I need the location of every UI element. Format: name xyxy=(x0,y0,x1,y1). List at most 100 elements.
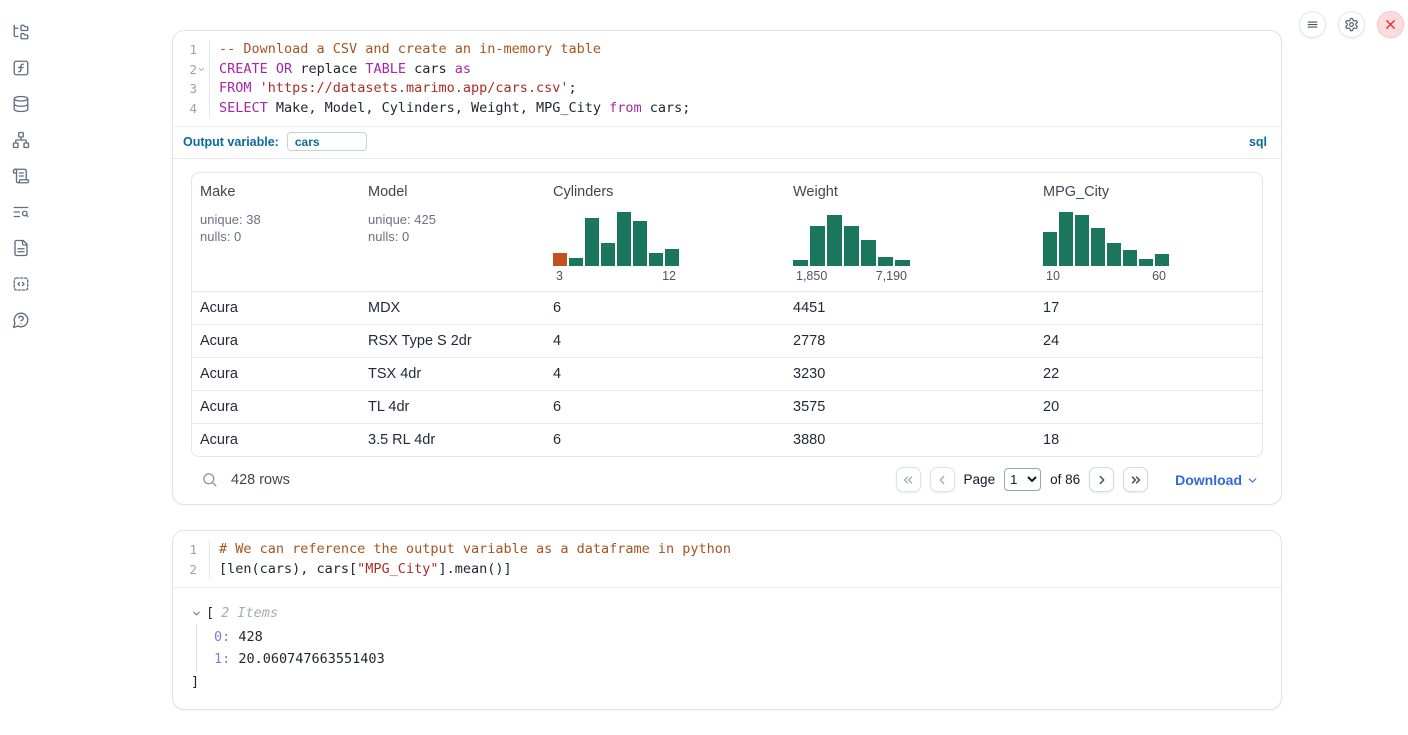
download-button[interactable]: Download xyxy=(1175,472,1259,488)
table-row[interactable]: AcuraRSX Type S 2dr4277824 xyxy=(192,325,1262,358)
output-variable-row: Output variable: sql xyxy=(173,127,1281,158)
python-output-area: [ 2 Items 0: 4281: 20.060747663551403 ] xyxy=(173,588,1281,709)
prev-page-button[interactable] xyxy=(930,467,955,492)
tree-entry-key: 1: xyxy=(214,651,230,667)
list-output-tree: [ 2 Items 0: 4281: 20.060747663551403 ] xyxy=(191,601,1263,699)
column-title: Weight xyxy=(793,184,1027,200)
histogram-bar xyxy=(1043,232,1057,266)
table-cell: 6 xyxy=(545,424,785,456)
cylinders-histogram: 312 xyxy=(553,210,679,283)
table-cell: 3.5 RL 4dr xyxy=(360,424,545,456)
histogram-bar xyxy=(1091,228,1105,266)
sql-output-area: Make unique: 38nulls: 0 Model unique: 425nu… xyxy=(173,159,1281,504)
histogram-bar xyxy=(649,253,663,266)
python-cell: 1# We can reference the output variable … xyxy=(172,530,1282,710)
close-bracket: ] xyxy=(191,672,1263,693)
function-square-icon[interactable] xyxy=(12,59,30,77)
column-title: Model xyxy=(368,184,537,200)
histogram-bar xyxy=(553,253,567,266)
table-row[interactable]: Acura3.5 RL 4dr6388018 xyxy=(192,424,1262,456)
database-icon[interactable] xyxy=(12,95,30,113)
table-row[interactable]: AcuraMDX6445117 xyxy=(192,292,1262,325)
close-button[interactable] xyxy=(1377,11,1404,38)
line-number-gutter: 1 xyxy=(173,540,210,560)
code-line[interactable]: 4SELECT Make, Model, Cylinders, Weight, … xyxy=(173,99,1281,119)
search-icon[interactable] xyxy=(201,471,218,488)
settings-button[interactable] xyxy=(1338,11,1365,38)
page-total-label: of 86 xyxy=(1050,472,1080,487)
table-cell: 18 xyxy=(1035,424,1262,456)
data-table: Make unique: 38nulls: 0 Model unique: 425nu… xyxy=(191,172,1263,457)
table-footer: 428 rows Page 1 of 86 Download xyxy=(191,467,1263,494)
table-cell: TL 4dr xyxy=(360,391,545,423)
column-header-model[interactable]: Model unique: 425nulls: 0 xyxy=(360,173,545,291)
column-header-cylinders[interactable]: Cylinders312 xyxy=(545,173,785,291)
file-text-icon[interactable] xyxy=(12,239,30,257)
column-header-weight[interactable]: Weight 1,8507,190 xyxy=(785,173,1035,291)
histogram-bar xyxy=(585,218,599,266)
histogram-bar xyxy=(601,243,615,266)
code-line[interactable]: 3FROM 'https://datasets.marimo.app/cars.… xyxy=(173,79,1281,99)
sidebar-panel-icons xyxy=(0,0,42,329)
table-row[interactable]: AcuraTSX 4dr4323022 xyxy=(192,358,1262,391)
table-cell: 2778 xyxy=(785,325,1035,357)
column-header-make[interactable]: Make unique: 38nulls: 0 xyxy=(192,173,360,291)
tree-entry-key: 0: xyxy=(214,629,230,645)
table-cell: 6 xyxy=(545,391,785,423)
column-header-mpg_city[interactable]: MPG_City1060 xyxy=(1035,173,1262,291)
table-cell: 4451 xyxy=(785,292,1035,324)
code-snippet-icon[interactable] xyxy=(12,275,30,293)
collapse-chevron-icon[interactable] xyxy=(191,608,202,619)
table-cell: 6 xyxy=(545,292,785,324)
output-variable-label: Output variable: xyxy=(183,135,279,149)
menu-button[interactable] xyxy=(1299,11,1326,38)
close-icon xyxy=(1383,17,1398,32)
last-page-button[interactable] xyxy=(1123,467,1148,492)
histogram-bar xyxy=(665,249,679,266)
network-icon[interactable] xyxy=(12,131,30,149)
table-cell: TSX 4dr xyxy=(360,358,545,390)
first-page-button[interactable] xyxy=(896,467,921,492)
language-badge: sql xyxy=(1249,135,1267,149)
mpg_city-histogram: 1060 xyxy=(1043,210,1169,283)
histogram-bar xyxy=(1107,243,1121,266)
histogram-bar xyxy=(878,257,893,266)
column-stats: unique: 425nulls: 0 xyxy=(368,211,537,245)
table-cell: 24 xyxy=(1035,325,1262,357)
items-count-label: 2 Items xyxy=(221,603,278,624)
column-stats: unique: 38nulls: 0 xyxy=(200,211,352,245)
code-line[interactable]: 2[len(cars), cars["MPG_City"].mean()] xyxy=(173,560,1281,580)
histogram-bar xyxy=(617,212,631,266)
output-variable-input[interactable] xyxy=(287,132,367,151)
notebook-cells: 1-- Download a CSV and create an in-memo… xyxy=(172,30,1282,735)
weight-histogram: 1,8507,190 xyxy=(793,210,910,283)
code-line[interactable]: 1# We can reference the output variable … xyxy=(173,540,1281,560)
scroll-text-icon[interactable] xyxy=(12,167,30,185)
table-cell: MDX xyxy=(360,292,545,324)
page-label: Page xyxy=(964,472,996,487)
sql-cell: 1-- Download a CSV and create an in-memo… xyxy=(172,30,1282,505)
menu-icon xyxy=(1305,17,1320,32)
histogram-bar xyxy=(569,258,583,266)
file-tree-icon[interactable] xyxy=(12,23,30,41)
text-search-icon[interactable] xyxy=(12,203,30,221)
python-code-editor[interactable]: 1# We can reference the output variable … xyxy=(173,531,1281,587)
histogram-bar xyxy=(1059,212,1073,266)
histogram-bar xyxy=(1075,215,1089,266)
histogram-bar xyxy=(1139,259,1153,266)
table-cell: 3230 xyxy=(785,358,1035,390)
sql-code-editor[interactable]: 1-- Download a CSV and create an in-memo… xyxy=(173,31,1281,126)
line-number-gutter: 4 xyxy=(173,99,210,119)
row-count-label: 428 rows xyxy=(231,472,290,488)
table-row[interactable]: AcuraTL 4dr6357520 xyxy=(192,391,1262,424)
tree-entry: 1: 20.060747663551403 xyxy=(214,648,1263,670)
help-bubble-icon[interactable] xyxy=(12,311,30,329)
code-line[interactable]: 1-- Download a CSV and create an in-memo… xyxy=(173,40,1281,60)
page-select[interactable]: 1 xyxy=(1004,468,1041,491)
next-page-button[interactable] xyxy=(1089,467,1114,492)
column-title: Make xyxy=(200,184,352,200)
open-bracket: [ xyxy=(206,603,214,624)
code-line[interactable]: 2CREATE OR replace TABLE cars as xyxy=(173,60,1281,80)
fold-chevron-icon[interactable] xyxy=(197,64,209,74)
histogram-axis-labels: 1,8507,190 xyxy=(793,269,910,283)
